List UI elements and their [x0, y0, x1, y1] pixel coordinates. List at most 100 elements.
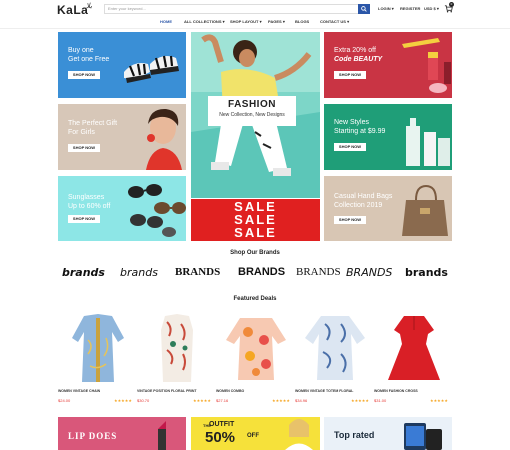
product-price: $24.00 [58, 398, 71, 403]
banner-outfit-percent: 50% [205, 429, 236, 446]
nav-item-contact-us[interactable]: CONTACT US ▾ [320, 19, 349, 24]
banner-line: Sunglasses [68, 194, 105, 201]
shop-now-button[interactable]: SHOP NOW [68, 144, 100, 152]
site-logo[interactable]: KaLa [57, 3, 88, 17]
cosmetics-image [402, 38, 451, 93]
banner-line: Get one Free [68, 56, 110, 63]
banner-beauty[interactable]: Extra 20% off Code BEAUTY SHOP NOW [324, 32, 452, 98]
shop-now-button[interactable]: SHOP NOW [334, 71, 366, 79]
cart-count-badge: 0 [449, 2, 454, 7]
nav-label: SHOP LAYOUT [230, 19, 259, 24]
product-name[interactable]: WOMEN COMBO [216, 389, 244, 393]
chevron-down-icon: ▾ [347, 19, 350, 24]
page: KaLa بلا Enter your keyword... LOGIN ▾ R… [0, 0, 510, 450]
register-link[interactable]: REGISTER [400, 6, 420, 11]
banner-lip[interactable]: LIP DOES [58, 417, 186, 450]
nav-item-blogs[interactable]: BLOGS [295, 19, 309, 24]
banner-sandals[interactable]: Buy one Get one Free SHOP NOW [58, 32, 186, 98]
brand-logo[interactable]: BRANDS [346, 266, 392, 279]
chevron-down-icon: ▾ [391, 6, 394, 11]
product-image [305, 316, 365, 380]
product-price: $30.70 [137, 398, 150, 403]
brand-logo[interactable]: BRANDS [296, 266, 341, 278]
banner-line: Buy one [68, 47, 94, 54]
skincare-bottles-image [406, 118, 450, 166]
chevron-down-icon: ▾ [436, 6, 439, 11]
phone-image [404, 423, 442, 450]
banner-line: New Styles [334, 119, 370, 126]
banner-line: Casual Hand Bags [334, 193, 393, 200]
product-name[interactable]: WOMEN VINTAGE CHAIN [58, 389, 100, 393]
banner-styles-text: New Styles Starting at $9.99 [334, 118, 385, 136]
product-image [388, 316, 440, 380]
brand-logo[interactable]: BRANDS [175, 266, 220, 278]
banner-line: For Girls [68, 129, 95, 136]
banner-line: Extra 20% off [334, 47, 376, 54]
nav-item-pages[interactable]: PAGES ▾ [268, 19, 285, 24]
banner-lip-text: LIP DOES [68, 431, 118, 441]
nav-label: PAGES [268, 19, 282, 24]
product-image [161, 314, 193, 382]
search-icon [361, 6, 367, 12]
product-name[interactable]: VINTAGE POSITION FLORAL PRINT [137, 389, 197, 393]
handbag-image [402, 184, 448, 236]
banner-outfit-off: OFF [247, 433, 259, 439]
banner-outfit[interactable]: THE OUTFIT 50% OFF [191, 417, 320, 450]
banner-line: Collection 2019 [334, 202, 383, 209]
banner-beauty-text: Extra 20% off Code BEAUTY [334, 46, 382, 64]
product-image [226, 318, 286, 380]
login-label: LOGIN [378, 6, 391, 11]
login-link[interactable]: LOGIN ▾ [378, 6, 394, 11]
product-card[interactable]: WOMEN COMBO $27.16 ★★★★★ [216, 310, 296, 410]
shop-now-button[interactable]: SHOP NOW [334, 216, 366, 224]
lipstick-image [158, 421, 166, 450]
brand-logo[interactable]: brands [405, 266, 448, 279]
banner-line: Starting at $9.99 [334, 128, 386, 135]
brand-logo[interactable]: brands [62, 266, 105, 279]
product-image [72, 314, 124, 382]
main-nav: HOME ALL COLLECTIONS ▾ SHOP LAYOUT ▾ PAG… [0, 18, 510, 26]
product-card[interactable]: WOMEN VINTAGE TOTEM FLORAL $34.96 ★★★★★ [295, 310, 375, 410]
banner-fashion[interactable]: FASHION New Collection, New Designs [191, 32, 320, 198]
banner-line: Code BEAUTY [334, 56, 383, 63]
search-button[interactable] [358, 4, 370, 14]
rating-stars: ★★★★★ [193, 398, 211, 403]
product-card[interactable]: WOMEN VINTAGE CHAIN $24.00 ★★★★★ [58, 310, 138, 410]
banner-sunglasses[interactable]: Sunglasses Up to 60% off SHOP NOW [58, 176, 186, 241]
product-price: $27.16 [216, 398, 229, 403]
product-card[interactable]: VINTAGE POSITION FLORAL PRINT $30.70 ★★★… [137, 310, 217, 410]
nav-label: ALL COLLECTIONS [184, 19, 222, 24]
brands-section-title: Shop Our Brands [230, 250, 280, 256]
sale-text: SALE [234, 225, 277, 240]
nav-item-shop-layout[interactable]: SHOP LAYOUT ▾ [230, 19, 262, 24]
banner-gift-text: The Perfect Gift For Girls [68, 119, 117, 137]
banner-sunglasses-text: Sunglasses Up to 60% off [68, 193, 110, 211]
banner-styles[interactable]: New Styles Starting at $9.99 SHOP NOW [324, 104, 452, 170]
product-price: $31.00 [374, 398, 387, 403]
featured-section-title: Featured Deals [233, 296, 277, 302]
model-portrait-image [146, 108, 182, 170]
shop-now-button[interactable]: SHOP NOW [334, 143, 366, 151]
logo-mark: بلا [86, 3, 93, 10]
product-name[interactable]: WOMEN FASHION CROSS [374, 389, 418, 393]
currency-label: USD $ [424, 6, 436, 11]
model-image [285, 419, 313, 450]
nav-label: CONTACT US [320, 19, 346, 24]
currency-select[interactable]: USD $ ▾ [424, 6, 439, 11]
banner-top-rated[interactable]: Top rated [324, 417, 452, 450]
product-name[interactable]: WOMEN VINTAGE TOTEM FLORAL [295, 389, 353, 393]
search-input[interactable]: Enter your keyword... [104, 4, 366, 14]
shop-now-button[interactable]: SHOP NOW [68, 215, 100, 223]
brand-logo[interactable]: brands [120, 266, 158, 279]
banner-sandals-text: Buy one Get one Free [68, 46, 109, 64]
banner-bags[interactable]: Casual Hand Bags Collection 2019 SHOP NO… [324, 176, 452, 241]
nav-divider [0, 28, 510, 29]
product-card[interactable]: WOMEN FASHION CROSS $31.00 ★★★★★ [374, 310, 454, 410]
shop-now-button[interactable]: SHOP NOW [68, 71, 100, 79]
banner-sale[interactable]: SALE SALE SALE [191, 199, 320, 241]
banner-gift[interactable]: The Perfect Gift For Girls SHOP NOW [58, 104, 186, 170]
nav-item-home[interactable]: HOME [160, 19, 172, 24]
nav-item-all-collections[interactable]: ALL COLLECTIONS ▾ [184, 19, 225, 24]
brand-logo[interactable]: BRANDS [238, 266, 285, 278]
rating-stars: ★★★★★ [430, 398, 448, 403]
